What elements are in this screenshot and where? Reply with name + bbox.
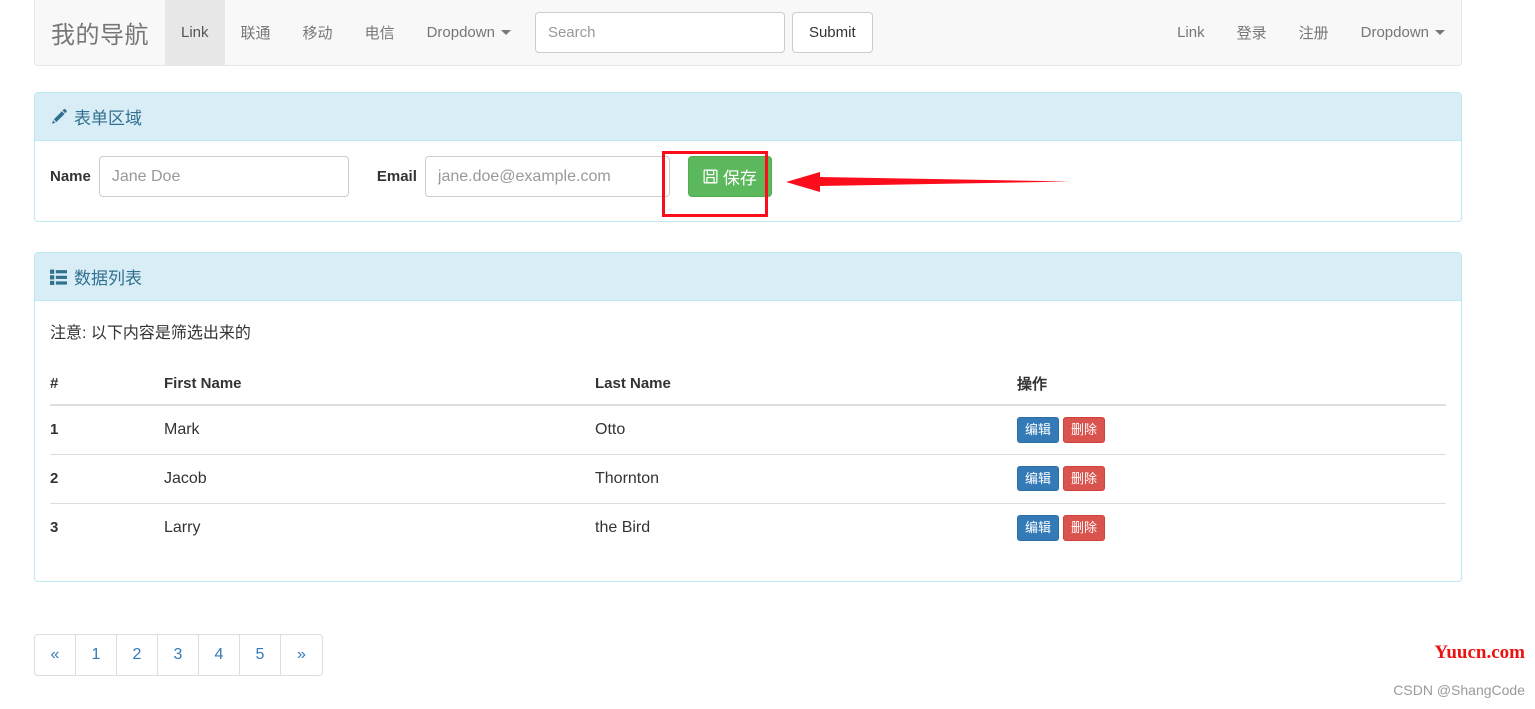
- form-panel: 表单区域 Name Email 保存: [34, 92, 1462, 222]
- email-input[interactable]: [424, 156, 670, 197]
- nav-item-label: Link: [181, 24, 209, 41]
- nav-item-label: 登录: [1236, 25, 1267, 42]
- navbar-left-item-电信[interactable]: 电信: [349, 0, 411, 65]
- pagination-item-«[interactable]: «: [35, 635, 76, 675]
- pagination-item-4[interactable]: 4: [199, 635, 240, 675]
- data-table: # First Name Last Name 操作 1 Mark Otto 编辑 删除 2…: [50, 365, 1446, 552]
- form-panel-heading: 表单区域: [35, 93, 1461, 141]
- search-input[interactable]: [534, 12, 785, 53]
- navbar-left-item-联通[interactable]: 联通: [225, 0, 287, 65]
- column-header-actions: 操作: [1017, 365, 1446, 406]
- navbar-right-item-登录[interactable]: 登录: [1221, 0, 1283, 65]
- nav-item-label: 联通: [240, 25, 271, 42]
- navbar-left-item-移动[interactable]: 移动: [287, 0, 349, 65]
- data-list-panel-body: 注意: 以下内容是筛选出来的 # First Name Last Name 操作…: [35, 301, 1461, 567]
- navbar-left-item-Link[interactable]: Link: [165, 0, 225, 65]
- cell-last-name: Otto: [595, 404, 1017, 454]
- save-button-label: 保存: [722, 169, 757, 188]
- form-panel-body: Name Email 保存: [35, 141, 1461, 212]
- navbar-brand[interactable]: 我的导航: [35, 0, 165, 65]
- navbar-left-item-Dropdown[interactable]: Dropdown: [411, 0, 527, 65]
- watermark-site: Yuucn.com: [1434, 642, 1525, 663]
- cell-first-name: Mark: [164, 404, 595, 454]
- nav-item-label: Dropdown: [426, 24, 495, 41]
- data-list-panel-title: 数据列表: [74, 269, 142, 288]
- chevron-down-icon: [1435, 30, 1445, 35]
- cell-index: 3: [50, 502, 164, 552]
- inline-form: Name Email 保存: [50, 156, 1446, 197]
- table-header-row: # First Name Last Name 操作: [50, 365, 1446, 406]
- pagination-item-»[interactable]: »: [281, 635, 322, 675]
- data-list-panel-heading: 数据列表: [35, 253, 1461, 301]
- nav-item-label: 电信: [364, 25, 395, 42]
- navbar-right-item-Dropdown[interactable]: Dropdown: [1345, 0, 1461, 65]
- pagination-item-3[interactable]: 3: [158, 635, 199, 675]
- edit-button[interactable]: 编辑: [1017, 515, 1060, 541]
- save-button[interactable]: 保存: [687, 156, 772, 197]
- table-row: 2 Jacob Thornton 编辑 删除: [50, 453, 1446, 503]
- nav-item-label: Dropdown: [1360, 24, 1429, 41]
- cell-index: 1: [50, 404, 164, 454]
- table-row: 1 Mark Otto 编辑 删除: [50, 404, 1446, 454]
- cell-last-name: Thornton: [595, 453, 1017, 503]
- column-header-first-name: First Name: [164, 365, 595, 406]
- nav-item-label: Link: [1177, 24, 1205, 41]
- pencil-icon: [50, 108, 67, 125]
- edit-button[interactable]: 编辑: [1017, 417, 1060, 443]
- submit-button[interactable]: Submit: [791, 12, 873, 53]
- form-panel-title: 表单区域: [74, 109, 142, 128]
- floppy-save-icon: [703, 169, 718, 184]
- edit-button[interactable]: 编辑: [1017, 465, 1060, 492]
- pagination-item-5[interactable]: 5: [240, 635, 281, 675]
- email-label: Email: [376, 168, 417, 185]
- navbar-right-nav: Link 登录 注册 Dropdown: [1161, 0, 1461, 65]
- table-body: 1 Mark Otto 编辑 删除 2 Jacob Thornton 编辑 删除 3 Larry the…: [50, 404, 1446, 552]
- name-input[interactable]: [98, 156, 349, 197]
- pagination-item-2[interactable]: 2: [117, 635, 158, 675]
- delete-button[interactable]: 删除: [1063, 417, 1106, 443]
- list-icon: [50, 268, 67, 285]
- cell-index: 2: [50, 453, 164, 503]
- nav-item-label: 注册: [1298, 25, 1329, 42]
- cell-actions: 编辑 删除: [1017, 502, 1446, 552]
- delete-button[interactable]: 删除: [1063, 465, 1106, 492]
- pagination: «1 2 3 4 5»: [34, 634, 323, 676]
- name-label: Name: [50, 168, 91, 185]
- column-header-index: #: [50, 365, 164, 406]
- pagination-item-1[interactable]: 1: [76, 635, 117, 675]
- cell-actions: 编辑 删除: [1017, 404, 1446, 454]
- name-form-group: Name: [50, 156, 349, 197]
- filter-note: 注意: 以下内容是筛选出来的: [50, 325, 251, 342]
- data-list-panel: 数据列表 注意: 以下内容是筛选出来的 # First Name Last Na…: [34, 252, 1462, 582]
- navbar-right-item-注册[interactable]: 注册: [1283, 0, 1345, 65]
- navbar: 我的导航 Link 联通 移动 电信 Dropdown Submit Link 登录 注册 D…: [34, 0, 1462, 66]
- watermark-author: CSDN @ShangCode: [1393, 682, 1525, 698]
- cell-last-name: the Bird: [595, 502, 1017, 552]
- nav-item-label: 移动: [302, 25, 333, 42]
- navbar-search-form: Submit: [534, 0, 873, 65]
- table-row: 3 Larry the Bird 编辑 删除: [50, 502, 1446, 552]
- navbar-left-nav: Link 联通 移动 电信 Dropdown: [165, 0, 527, 65]
- navbar-right-item-Link[interactable]: Link: [1161, 0, 1221, 65]
- chevron-down-icon: [500, 30, 511, 35]
- delete-button[interactable]: 删除: [1063, 515, 1106, 541]
- email-form-group: Email: [377, 156, 670, 197]
- cell-first-name: Larry: [164, 502, 595, 552]
- cell-actions: 编辑 删除: [1017, 453, 1446, 503]
- column-header-last-name: Last Name: [595, 365, 1017, 406]
- cell-first-name: Jacob: [164, 453, 595, 503]
